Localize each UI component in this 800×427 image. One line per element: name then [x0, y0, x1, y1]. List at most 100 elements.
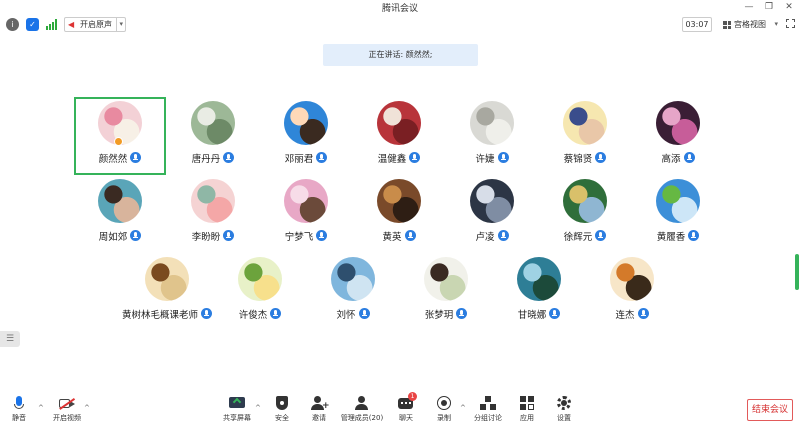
- participant-tile[interactable]: 唐丹丹: [167, 97, 259, 175]
- participant-name-text: 徐辉元: [563, 232, 593, 243]
- record-icon: [436, 396, 452, 411]
- participant-name: 黄树林毛概课老师: [121, 307, 213, 321]
- view-mode-button[interactable]: 宫格视图 ▾: [720, 17, 778, 32]
- participant-name-text: 张梦玥: [424, 310, 454, 321]
- participant-tile[interactable]: 周如郊: [74, 175, 166, 253]
- share-button[interactable]: 共享屏幕: [215, 396, 259, 426]
- avatar: [377, 179, 421, 223]
- participant-tile[interactable]: 黄履香: [632, 175, 724, 253]
- host-badge-icon: [114, 137, 123, 146]
- participant-tile[interactable]: 高添: [632, 97, 724, 175]
- invite-label: 邀请: [312, 414, 326, 422]
- invite-button[interactable]: + 邀请: [297, 396, 341, 426]
- breakout-label: 分组讨论: [474, 414, 502, 422]
- microphone-icon: [404, 230, 416, 241]
- participant-tile[interactable]: 许俊杰: [214, 253, 306, 331]
- microphone-icon: [456, 308, 468, 319]
- participant-name: 高添: [632, 151, 724, 165]
- apps-icon: [519, 396, 535, 411]
- close-icon[interactable]: ✕: [779, 0, 799, 15]
- members-button[interactable]: 管理成员(20): [340, 396, 384, 426]
- avatar: [191, 101, 235, 145]
- video-button[interactable]: 开启视频: [45, 396, 89, 426]
- top-toolbar: i ✓ ◀ 开启原声 ▾ 03:07 宫格视图 ▾: [0, 15, 800, 35]
- video-label: 开启视频: [53, 414, 81, 422]
- participant-tile[interactable]: 许婕: [446, 97, 538, 175]
- participant-tile[interactable]: 卢凌: [446, 175, 538, 253]
- participant-name-text: 邓丽君: [284, 154, 314, 165]
- participant-name: 黄英: [353, 229, 445, 243]
- speaking-banner: 正在讲话: 颜然然;: [323, 44, 478, 66]
- participant-name-text: 黄英: [382, 232, 402, 243]
- minimize-icon[interactable]: —: [739, 0, 759, 15]
- chevron-down-icon[interactable]: ▾: [116, 18, 123, 31]
- participant-name: 蔡锦贤: [539, 151, 631, 165]
- scrollbar-thumb[interactable]: [795, 254, 799, 290]
- network-signal-icon[interactable]: [46, 19, 58, 30]
- participant-tile[interactable]: 宁梦飞: [260, 175, 352, 253]
- microphone-icon: [223, 230, 235, 241]
- mute-icon: [11, 396, 27, 411]
- microphone-icon: [688, 230, 700, 241]
- participant-name-text: 黄履香: [656, 232, 686, 243]
- video-icon: [59, 396, 75, 411]
- participant-name: 邓丽君: [260, 151, 352, 165]
- participant-tile[interactable]: 连杰: [586, 253, 678, 331]
- participant-tile[interactable]: 蔡锦贤: [539, 97, 631, 175]
- chat-icon: 1: [398, 392, 417, 411]
- avatar: [238, 257, 282, 301]
- participant-name: 李盼盼: [167, 229, 259, 243]
- microphone-icon: [409, 152, 421, 163]
- participant-tile[interactable]: 邓丽君: [260, 97, 352, 175]
- participant-tile[interactable]: 黄英: [353, 175, 445, 253]
- participant-name-text: 黄树林毛概课老师: [121, 310, 198, 321]
- participant-tile[interactable]: 黄树林毛概课老师: [121, 253, 213, 331]
- avatar: [284, 101, 328, 145]
- participant-name: 刘怀: [307, 307, 399, 321]
- members-label: 管理成员(20): [340, 414, 384, 422]
- end-meeting-button[interactable]: 结束会议: [747, 399, 793, 421]
- participant-name: 周如郊: [74, 229, 166, 243]
- chevron-up-icon[interactable]: ^: [38, 404, 44, 412]
- participant-tile[interactable]: 刘怀: [307, 253, 399, 331]
- mute-button[interactable]: 静音: [0, 396, 41, 426]
- restore-icon[interactable]: ❐: [759, 0, 779, 15]
- participant-tile[interactable]: 甘晓娜: [493, 253, 585, 331]
- participant-tile[interactable]: 徐辉元: [539, 175, 631, 253]
- chevron-up-icon[interactable]: ^: [255, 404, 261, 412]
- participant-tile[interactable]: 颜然然: [74, 97, 166, 175]
- breakout-button[interactable]: 分组讨论: [466, 396, 510, 426]
- info-icon[interactable]: i: [6, 18, 19, 31]
- microphone-icon: [130, 230, 142, 241]
- participant-name-text: 连杰: [615, 310, 635, 321]
- participant-tile[interactable]: 李盼盼: [167, 175, 259, 253]
- sidebar-toggle-icon[interactable]: ☰: [0, 331, 20, 347]
- original-sound-button[interactable]: ◀ 开启原声 ▾: [64, 17, 126, 32]
- bottom-toolbar: 静音 开启视频 共享屏幕 安全 + 邀请 管理成员(20) 1 聊天 录制 分组讨论 应用 设置 ^ ^ ^ ^: [0, 392, 800, 427]
- participant-name: 许俊杰: [214, 307, 306, 321]
- chat-badge: 1: [408, 392, 417, 401]
- security-icon: [274, 396, 290, 411]
- fullscreen-icon[interactable]: [786, 19, 795, 28]
- chevron-up-icon[interactable]: ^: [84, 404, 90, 412]
- avatar: [656, 179, 700, 223]
- grid-view-icon: [723, 21, 731, 29]
- avatar: [470, 179, 514, 223]
- avatar: [470, 101, 514, 145]
- settings-label: 设置: [557, 414, 571, 422]
- participant-name-text: 甘晓娜: [517, 310, 547, 321]
- microphone-icon: [595, 152, 607, 163]
- participant-tile[interactable]: 温健鑫: [353, 97, 445, 175]
- participant-tile[interactable]: 张梦玥: [400, 253, 492, 331]
- chevron-up-icon[interactable]: ^: [460, 404, 466, 412]
- microphone-icon: [316, 152, 328, 163]
- microphone-icon: [130, 152, 142, 163]
- participant-name-text: 刘怀: [336, 310, 356, 321]
- participant-name-text: 宁梦飞: [284, 232, 314, 243]
- shield-icon[interactable]: ✓: [26, 18, 39, 31]
- participant-name: 连杰: [586, 307, 678, 321]
- title-bar: 腾讯会议 — ❐ ✕: [0, 0, 800, 15]
- microphone-icon: [358, 308, 370, 319]
- settings-button[interactable]: 设置: [542, 396, 586, 426]
- microphone-icon: [549, 308, 561, 319]
